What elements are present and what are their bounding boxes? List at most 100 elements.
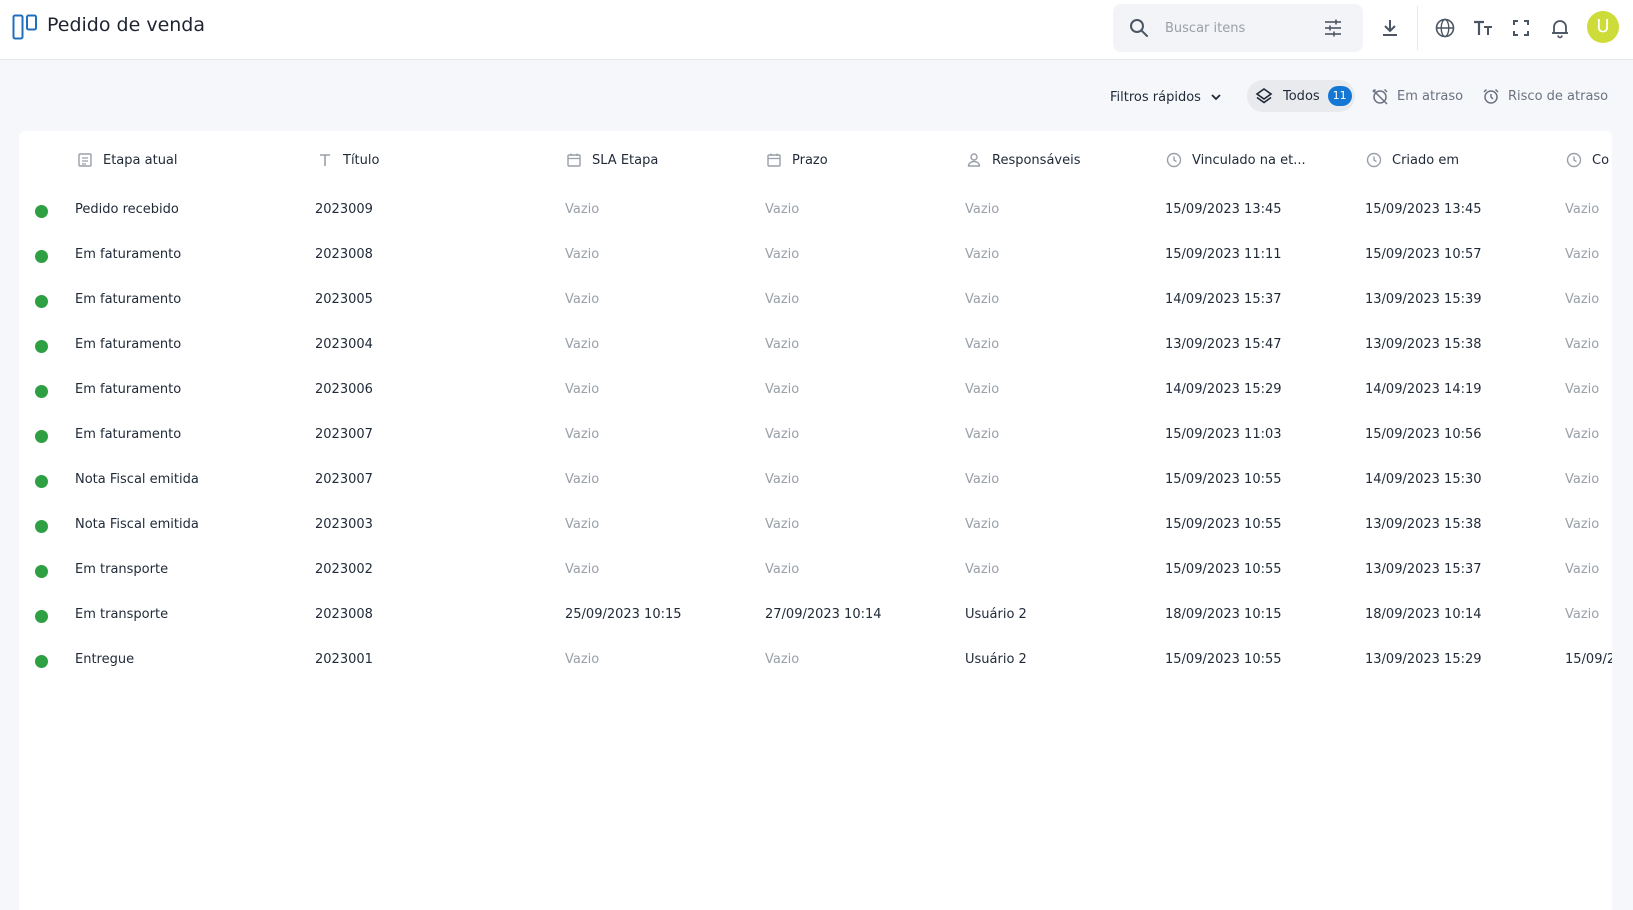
column-label: Vinculado na et...	[1192, 152, 1306, 168]
table-cell: 13/09/2023 15:47	[1165, 337, 1282, 352]
table-cell: 25/09/2023 10:15	[565, 607, 682, 622]
table-cell: Vazio	[965, 517, 1000, 532]
table-cell: 2023007	[315, 472, 373, 487]
column-header-sla-etapa[interactable]: SLA Etapa	[566, 149, 658, 171]
quick-filters-dropdown[interactable]: Filtros rápidos	[1110, 86, 1223, 108]
table-cell: Vazio	[765, 202, 800, 217]
table-row[interactable]: Nota Fiscal emitida 2023007 Vazio Vazio Vazi…	[19, 459, 1612, 504]
calendar-icon	[567, 153, 581, 167]
status-dot	[35, 610, 48, 623]
column-header-etapa-atual[interactable]: Etapa atual	[77, 149, 178, 171]
status-dot	[35, 565, 48, 578]
status-dot	[35, 475, 48, 488]
column-header-truncated[interactable]: Co	[1566, 149, 1609, 171]
table-cell: Vazio	[565, 427, 600, 442]
column-header-criado-em[interactable]: Criado em	[1366, 149, 1459, 171]
board-logo-icon	[12, 14, 37, 40]
text-size-icon[interactable]	[1472, 17, 1494, 39]
table-row[interactable]: Em faturamento 2023006 Vazio Vazio Vazio 14/0…	[19, 369, 1612, 414]
filter-risco-atraso-button[interactable]: Risco de atraso	[1482, 80, 1608, 112]
column-label: Título	[343, 152, 380, 168]
status-dot	[35, 430, 48, 443]
table-row[interactable]: Nota Fiscal emitida 2023003 Vazio Vazio Vazi…	[19, 504, 1612, 549]
table-cell: 13/09/2023 15:39	[1365, 292, 1482, 307]
table-cell: Vazio	[765, 652, 800, 667]
table-cell: Vazio	[1565, 607, 1600, 622]
table-cell: 2023005	[315, 292, 373, 307]
table-cell: 13/09/2023 15:37	[1365, 562, 1482, 577]
table-cell: Vazio	[965, 427, 1000, 442]
table-cell: 2023008	[315, 247, 373, 262]
clock-icon	[1166, 152, 1182, 168]
table-cell: Nota Fiscal emitida	[75, 517, 199, 532]
table-cell: 2023009	[315, 202, 373, 217]
table-row[interactable]: Em faturamento 2023004 Vazio Vazio Vazio 13/0…	[19, 324, 1612, 369]
search-box[interactable]	[1113, 4, 1363, 52]
column-header-prazo[interactable]: Prazo	[766, 149, 828, 171]
table-cell: 15/09/2023 13:45	[1365, 202, 1482, 217]
filter-todos-label: Todos	[1283, 88, 1320, 104]
table-cell: Vazio	[765, 337, 800, 352]
table-cell: Vazio	[1565, 427, 1600, 442]
column-label: Co	[1592, 152, 1610, 168]
calendar-icon	[767, 153, 781, 167]
clock-icon	[1366, 152, 1382, 168]
table-cell: Vazio	[965, 292, 1000, 307]
column-header-vinculado[interactable]: Vinculado na et...	[1166, 149, 1306, 171]
user-avatar[interactable]: U	[1587, 11, 1619, 43]
globe-icon[interactable]	[1434, 17, 1456, 39]
bell-icon[interactable]	[1549, 17, 1571, 39]
table-cell: 15/09/2023 10:55	[1165, 517, 1282, 532]
table-cell: Vazio	[965, 472, 1000, 487]
column-header-responsaveis[interactable]: Responsáveis	[966, 149, 1080, 171]
table-row[interactable]: Em transporte 2023008 25/09/2023 10:15 27/0…	[19, 594, 1612, 639]
column-label: Criado em	[1392, 152, 1459, 168]
table-row[interactable]: Em faturamento 2023007 Vazio Vazio Vazio 15/0…	[19, 414, 1612, 459]
table-cell: Em transporte	[75, 607, 169, 622]
table-cell: 15/09/2023 13:45	[1165, 202, 1282, 217]
table-cell: Em faturamento	[75, 337, 182, 352]
table-cell: 15/09/2023 10:55	[1165, 472, 1282, 487]
table-cell: Entregue	[75, 652, 135, 667]
table-row[interactable]: Em transporte 2023002 Vazio Vazio Vazio 15/09…	[19, 549, 1612, 594]
table-cell: Usuário 2	[965, 652, 1027, 667]
column-header-titulo[interactable]: Título	[317, 149, 379, 171]
column-label: Responsáveis	[992, 152, 1081, 168]
table-cell: Vazio	[765, 517, 800, 532]
table-row[interactable]: Entregue 2023001 Vazio Vazio Usuário 2 15/09/…	[19, 639, 1612, 684]
download-icon[interactable]	[1379, 17, 1401, 39]
table-cell: Vazio	[965, 202, 1000, 217]
count-badge: 11	[1327, 86, 1352, 106]
table-cell: 15/09/2023 11:03	[1165, 427, 1282, 442]
table-cell: Vazio	[765, 562, 800, 577]
page-title: Pedido de venda	[47, 14, 206, 36]
app-header: Pedido de venda Buscar itens U	[0, 0, 1633, 60]
table-cell: 15/09/2023 10:55	[1165, 562, 1282, 577]
table-cell: Vazio	[1565, 337, 1600, 352]
table-cell: 14/09/2023 15:30	[1365, 472, 1482, 487]
table-cell: 27/09/2023 10:14	[765, 607, 882, 622]
search-input[interactable]	[1165, 14, 1315, 42]
filter-sliders-icon[interactable]	[1323, 18, 1343, 38]
table-cell: Vazio	[565, 472, 600, 487]
filter-todos-button[interactable]: Todos 11	[1247, 80, 1355, 112]
table-cell: Em faturamento	[75, 382, 182, 397]
status-dot	[35, 655, 48, 668]
fullscreen-icon[interactable]	[1510, 17, 1532, 39]
clock-icon	[1566, 152, 1582, 168]
status-dot	[35, 340, 48, 353]
status-dot	[35, 295, 48, 308]
status-dot	[35, 205, 48, 218]
table-cell: Vazio	[565, 652, 600, 667]
table-row[interactable]: Em faturamento 2023008 Vazio Vazio Vazio 15/0…	[19, 234, 1612, 279]
table-row[interactable]: Em faturamento 2023005 Vazio Vazio Vazio 14/0…	[19, 279, 1612, 324]
table-cell: 18/09/2023 10:14	[1365, 607, 1482, 622]
filter-em-atraso-button[interactable]: Em atraso	[1371, 80, 1463, 112]
table-row[interactable]: Pedido recebido 2023009 Vazio Vazio Vazio 15/…	[19, 189, 1612, 234]
table-cell: Vazio	[1565, 562, 1600, 577]
table-cell: Vazio	[765, 292, 800, 307]
table-cell: Usuário 2	[965, 607, 1027, 622]
table-cell: Vazio	[565, 517, 600, 532]
table-cell: Vazio	[565, 202, 600, 217]
column-label: Etapa atual	[103, 152, 178, 168]
